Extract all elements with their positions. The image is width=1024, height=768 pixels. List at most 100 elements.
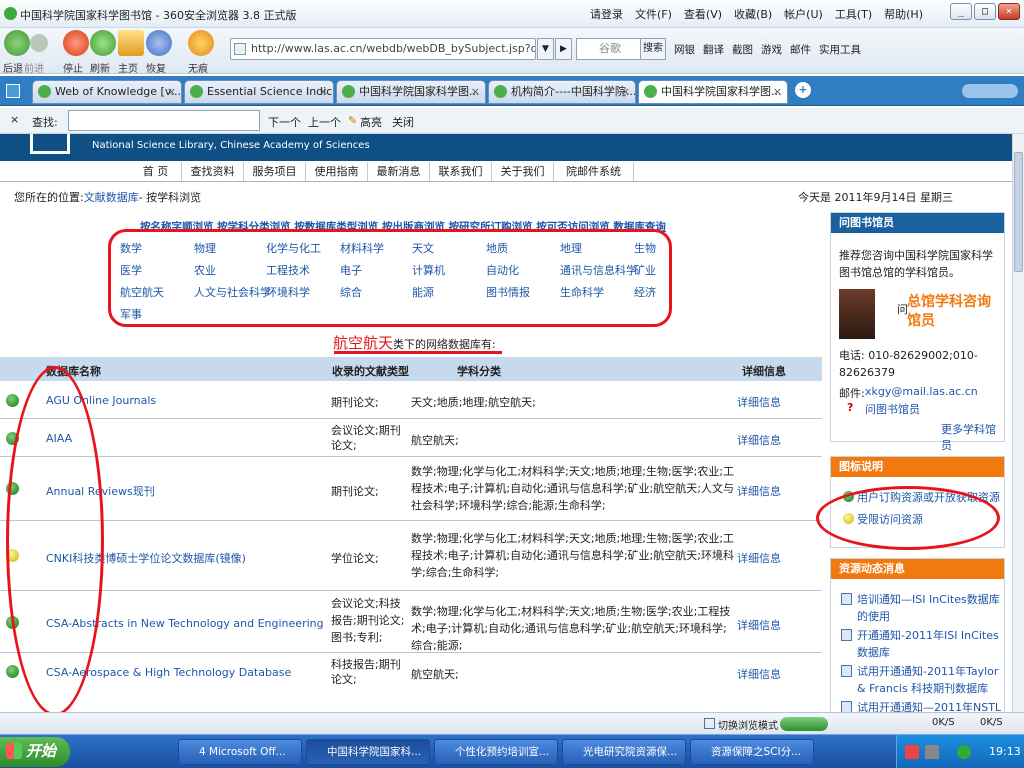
close-button[interactable]: ×: [998, 3, 1020, 20]
subject-link[interactable]: 自动化: [486, 262, 519, 278]
subject-link[interactable]: 材料科学: [340, 240, 384, 256]
tool-bank[interactable]: 网银: [674, 42, 695, 57]
detail-link[interactable]: 详细信息: [737, 550, 781, 566]
menu-services[interactable]: 服务项目: [244, 162, 306, 181]
subject-link[interactable]: 物理: [194, 240, 216, 256]
subject-link[interactable]: 军事: [120, 306, 142, 322]
menu-file[interactable]: 文件(F): [635, 6, 672, 22]
switch-mode-button[interactable]: 切换浏览模式: [718, 717, 778, 732]
taskbar-item[interactable]: 中国科学院国家科...: [306, 739, 430, 765]
tray-icon[interactable]: [905, 745, 919, 759]
tool-translate[interactable]: 翻译: [703, 42, 724, 57]
menu-about[interactable]: 关于我们: [492, 162, 554, 181]
tab-controls-icon[interactable]: [962, 84, 1018, 98]
subject-link[interactable]: 农业: [194, 262, 216, 278]
menu-search[interactable]: 查找资料: [182, 162, 244, 181]
tab-nsl-1[interactable]: 中国科学院国家科学图... ×: [336, 80, 486, 104]
taskbar-item[interactable]: 光电研究院资源保...: [562, 739, 686, 765]
stop-icon[interactable]: [63, 30, 89, 56]
subject-link[interactable]: 环境科学: [266, 284, 310, 300]
tool-screenshot[interactable]: 截图: [732, 42, 753, 57]
news-item[interactable]: 试用开通通知-2011年Taylor & Francis 科技期刊数据库: [857, 663, 1001, 697]
find-close-button[interactable]: 关闭: [392, 114, 414, 130]
tab-close-icon[interactable]: ×: [167, 81, 176, 103]
address-dropdown-button[interactable]: ▼: [537, 38, 554, 60]
tab-close-icon[interactable]: ×: [471, 81, 480, 103]
tool-utilities[interactable]: 实用工具: [819, 42, 861, 57]
detail-link[interactable]: 详细信息: [737, 666, 781, 682]
maximize-button[interactable]: □: [974, 3, 996, 20]
detail-link[interactable]: 详细信息: [737, 394, 781, 410]
tab-institution[interactable]: 机构简介----中国科学院... ×: [488, 80, 636, 104]
subject-link[interactable]: 矿业: [634, 262, 656, 278]
subject-link[interactable]: 计算机: [412, 262, 445, 278]
tab-essential-science[interactable]: Essential Science Indic... ×: [184, 80, 334, 104]
tool-mail[interactable]: 邮件: [790, 42, 811, 57]
subject-link[interactable]: 生物: [634, 240, 656, 256]
menu-contact[interactable]: 联系我们: [430, 162, 492, 181]
tab-close-icon[interactable]: ×: [773, 81, 782, 103]
home-icon[interactable]: [118, 30, 144, 56]
tab-list-icon[interactable]: [6, 84, 20, 98]
find-highlight-button[interactable]: 高亮: [360, 114, 382, 130]
subject-link[interactable]: 经济: [634, 284, 656, 300]
menu-tools[interactable]: 工具(T): [835, 6, 872, 22]
menu-help[interactable]: 帮助(H): [884, 6, 923, 22]
find-input[interactable]: [68, 110, 260, 131]
restore-icon[interactable]: [146, 30, 172, 56]
vertical-scrollbar[interactable]: [1012, 134, 1024, 712]
menu-view[interactable]: 查看(V): [684, 6, 722, 22]
go-button[interactable]: ▶: [555, 38, 572, 60]
refresh-icon[interactable]: [90, 30, 116, 56]
taskbar-item[interactable]: 个性化预约培训宣...: [434, 739, 558, 765]
scroll-thumb[interactable]: [1014, 152, 1023, 272]
subject-link[interactable]: 化学与化工: [266, 240, 321, 256]
subject-link[interactable]: 地理: [560, 240, 582, 256]
menu-news[interactable]: 最新消息: [368, 162, 430, 181]
search-button[interactable]: 搜索: [640, 38, 666, 60]
more-librarians-link[interactable]: 更多学科馆员: [941, 421, 1004, 453]
subject-link[interactable]: 工程技术: [266, 262, 310, 278]
tray-icon[interactable]: [957, 745, 971, 759]
tab-close-icon[interactable]: ×: [621, 81, 630, 103]
find-prev-button[interactable]: 上一个: [308, 114, 341, 130]
new-tab-icon[interactable]: +: [795, 82, 811, 98]
subject-link[interactable]: 数学: [120, 240, 142, 256]
find-close-icon[interactable]: ×: [10, 113, 19, 126]
login-link[interactable]: 请登录: [590, 6, 623, 22]
news-item[interactable]: 培训通知—ISI InCites数据库的使用: [857, 591, 1001, 625]
tab-nsl-active[interactable]: 中国科学院国家科学图... ×: [638, 80, 788, 104]
subject-link[interactable]: 能源: [412, 284, 434, 300]
subject-link[interactable]: 通讯与信息科学: [560, 262, 637, 278]
menu-favorites[interactable]: 收藏(B): [734, 6, 772, 22]
tray-icon[interactable]: [925, 745, 939, 759]
menu-account[interactable]: 帐户(U): [784, 6, 823, 22]
news-item[interactable]: 试用开通通知—2011年NSTL: [857, 699, 1001, 712]
incognito-icon[interactable]: [188, 30, 214, 56]
subject-link[interactable]: 天文: [412, 240, 434, 256]
subject-link[interactable]: 医学: [120, 262, 142, 278]
menu-guide[interactable]: 使用指南: [306, 162, 368, 181]
taskbar-item[interactable]: 4 Microsoft Off...: [178, 739, 302, 765]
minimize-button[interactable]: _: [950, 3, 972, 20]
breadcrumb-link[interactable]: 文献数据库: [84, 191, 139, 204]
find-next-button[interactable]: 下一个: [268, 114, 301, 130]
menu-home[interactable]: 首 页: [130, 162, 182, 181]
tab-web-of-knowledge[interactable]: Web of Knowledge [v... ×: [32, 80, 182, 104]
taskbar-item[interactable]: 资源保障之SCI分...: [690, 739, 814, 765]
subject-link[interactable]: 人文与社会科学: [194, 284, 271, 300]
ask-consultant-link[interactable]: 总馆学科咨询馆员: [907, 293, 1001, 331]
subject-link[interactable]: 生命科学: [560, 284, 604, 300]
news-item[interactable]: 开通通知-2011年ISI InCites数据库: [857, 627, 1001, 661]
detail-link[interactable]: 详细信息: [737, 617, 781, 633]
subject-link[interactable]: 地质: [486, 240, 508, 256]
subject-link[interactable]: 图书情报: [486, 284, 530, 300]
ask-librarian-link[interactable]: 问图书馆员: [865, 401, 920, 417]
email-link[interactable]: xkgy@mail.las.ac.cn: [865, 385, 978, 398]
back-icon[interactable]: [4, 30, 30, 56]
address-bar[interactable]: http://www.las.ac.cn/webdb/webDB_bySubje…: [230, 38, 536, 60]
subject-link[interactable]: 电子: [340, 262, 362, 278]
menu-mail[interactable]: 院邮件系统: [554, 162, 634, 181]
forward-icon[interactable]: [30, 34, 48, 52]
subject-link[interactable]: 综合: [340, 284, 362, 300]
